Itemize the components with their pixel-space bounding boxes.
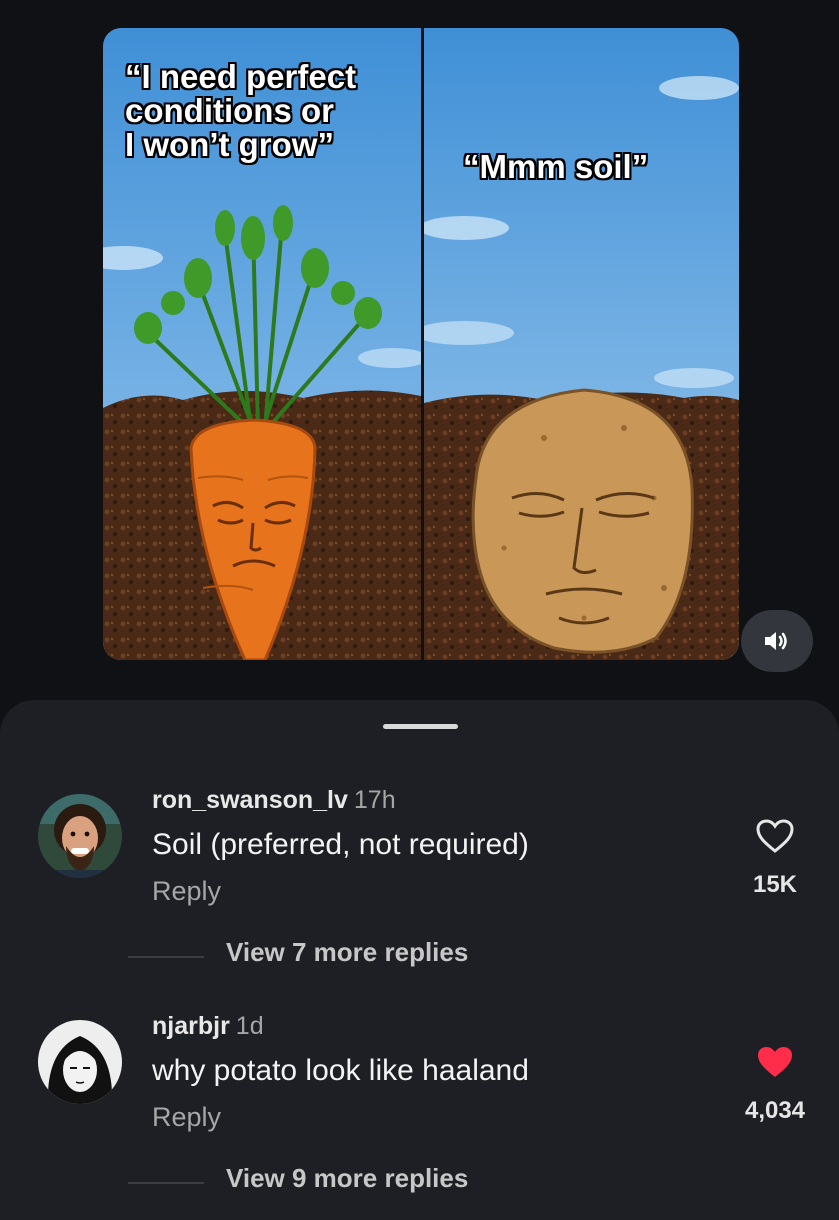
avatar[interactable]	[38, 1020, 122, 1104]
avatar[interactable]	[38, 794, 122, 878]
view-more-replies-label[interactable]: View 9 more replies	[226, 1163, 468, 1194]
heart-filled-icon[interactable]	[755, 1044, 795, 1080]
view-more-replies-label[interactable]: View 7 more replies	[226, 937, 468, 968]
comment-text: why potato look like haaland	[152, 1054, 529, 1087]
right-caption: “Mmm soil”	[463, 148, 649, 185]
username-text[interactable]: njarbjr	[152, 1012, 230, 1040]
reply-button[interactable]: Reply	[152, 876, 221, 907]
view-more-replies[interactable]: View 7 more replies	[0, 937, 839, 977]
comment-text: Soil (preferred, not required)	[152, 828, 529, 861]
reply-button[interactable]: Reply	[152, 1102, 221, 1133]
media-area: “I need perfect conditions or I won’t gr…	[0, 0, 839, 700]
username-text[interactable]: ron_swanson_lv	[152, 786, 348, 814]
comment-username[interactable]: ron_swanson_lv 17h	[152, 786, 396, 815]
meme-image[interactable]: “I need perfect conditions or I won’t gr…	[103, 28, 739, 660]
sheet-drag-handle[interactable]	[383, 724, 458, 729]
comment-time: 1d	[235, 1012, 264, 1040]
like-count: 4,034	[744, 1097, 806, 1124]
potato-panel	[424, 28, 739, 660]
speaker-icon	[765, 632, 787, 650]
divider-line	[128, 1182, 204, 1184]
comment-time: 17h	[353, 786, 396, 814]
comment-item: ron_swanson_lv 17h Soil (preferred, not r…	[0, 780, 839, 930]
heart-outline-icon[interactable]	[755, 818, 795, 854]
left-caption: “I need perfect conditions or I won’t gr…	[125, 58, 357, 163]
view-more-replies[interactable]: View 9 more replies	[0, 1163, 839, 1203]
divider-line	[128, 956, 204, 958]
sound-toggle-button[interactable]	[741, 610, 813, 672]
comment-username[interactable]: njarbjr 1d	[152, 1012, 264, 1041]
like-count: 15K	[752, 871, 798, 898]
comments-sheet: ron_swanson_lv 17h Soil (preferred, not r…	[0, 700, 839, 1220]
comment-item: njarbjr 1d why potato look like haaland R…	[0, 1006, 839, 1156]
